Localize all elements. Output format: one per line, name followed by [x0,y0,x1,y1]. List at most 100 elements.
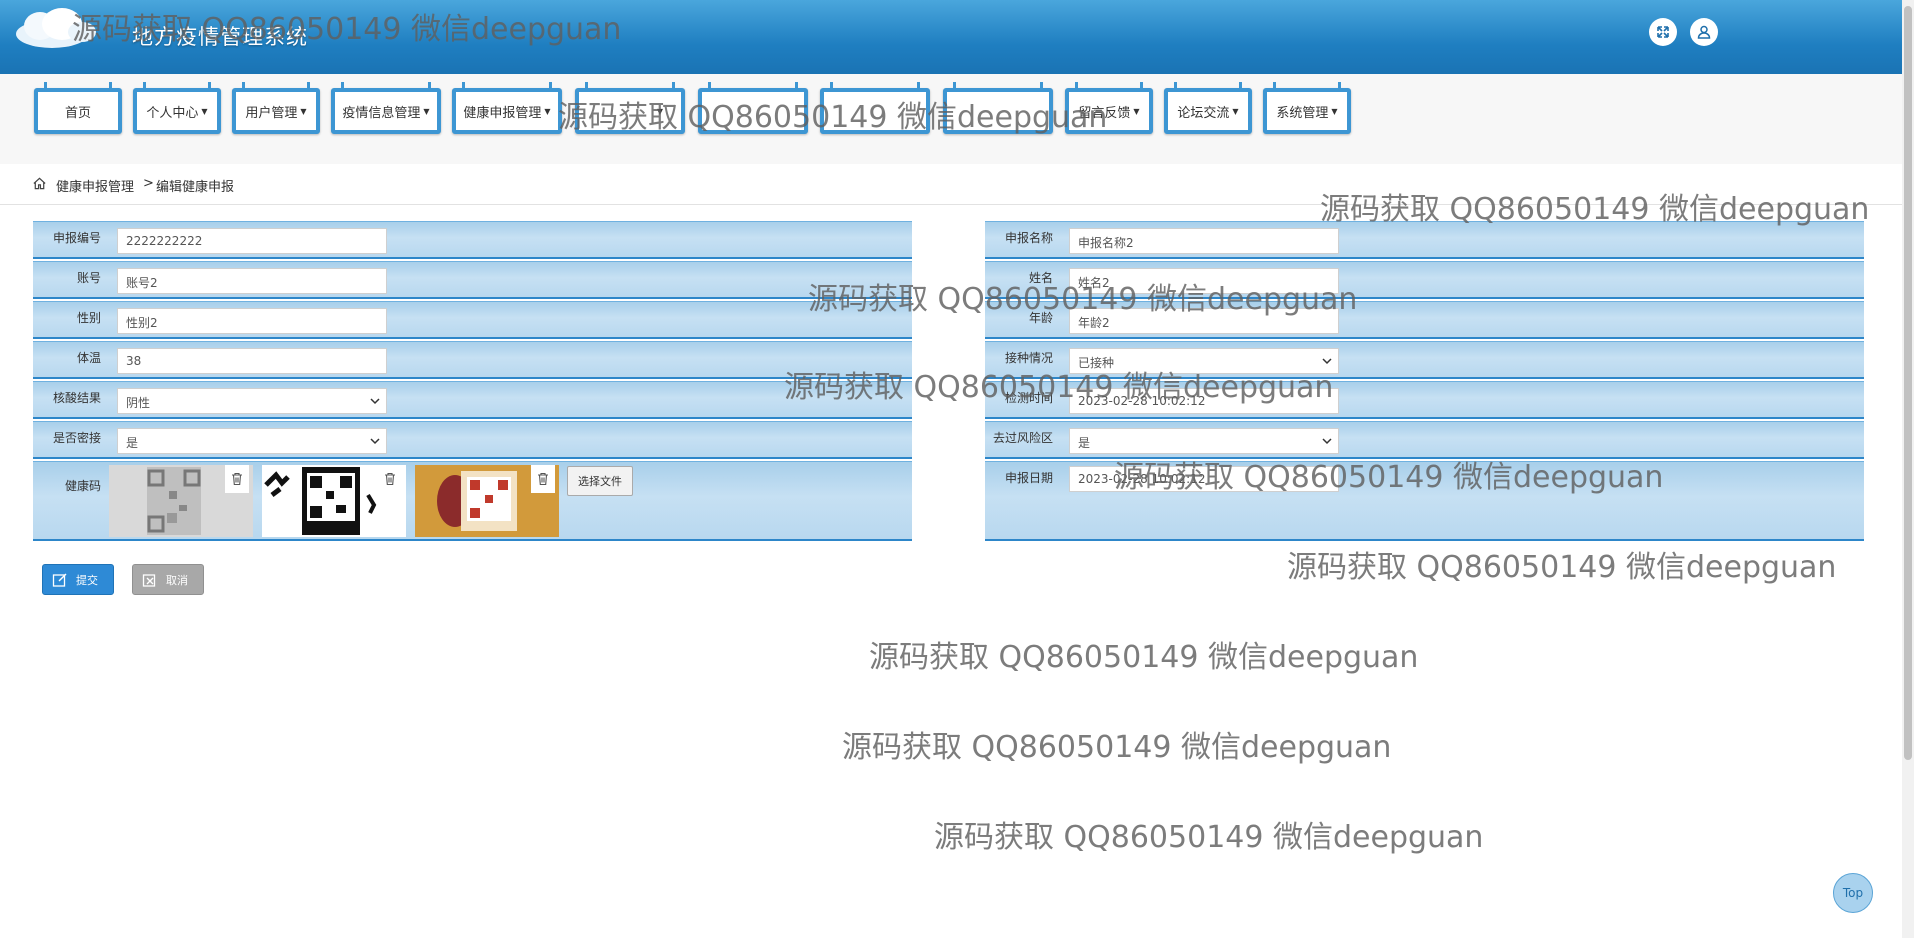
chevron-down-icon [370,398,380,405]
row-account: 账号 账号2 [33,261,912,299]
label-name: 姓名 [1028,271,1053,285]
row-close-contact: 是否密接 是 [33,421,912,459]
health-code-image-3[interactable] [415,465,559,537]
trash-icon [232,472,242,486]
cancel-label: 取消 [166,573,188,587]
caret-down-icon: ▼ [1133,106,1140,116]
nav-system[interactable]: 系统管理 ▼ [1263,82,1351,134]
nav-label: 首页 [64,105,91,121]
risk-area-value: 是 [1078,436,1091,450]
row-temperature: 体温 38 [33,341,912,379]
caret-down-icon: ▼ [544,106,551,116]
label-test-time: 检测时间 [1004,391,1053,405]
caret-down-icon: ▼ [201,106,208,116]
label-report-name: 申报名称 [1004,231,1053,245]
nav-health-report[interactable]: 健康申报管理 ▼ [452,82,562,134]
nav-item-8[interactable] [820,82,930,134]
label-gender: 性别 [76,311,101,325]
nucleic-result-select[interactable]: 阴性 [117,388,387,414]
breadcrumb-separator: > [143,176,154,191]
report-name-input[interactable]: 申报名称2 [1069,228,1339,254]
home-icon[interactable] [32,176,47,191]
test-time-input[interactable]: 2023-02-28 10:02:12 [1069,388,1339,414]
row-nucleic-result: 核酸结果 阴性 [33,381,912,419]
caret-down-icon: ▼ [1331,106,1338,116]
caret-down-icon: ▼ [656,106,664,116]
health-code-image-2[interactable] [262,465,406,537]
nav-label: 论坛交流 [1177,105,1230,121]
row-age: 年龄 年龄2 [985,301,1864,339]
watermark: 源码获取 QQ86050149 微信deepguan [842,730,1392,765]
chevron-down-icon [1322,358,1332,365]
delete-image-2-button[interactable] [378,465,402,493]
trash-icon [385,472,395,486]
account-input[interactable]: 账号2 [117,268,387,294]
nav-home[interactable]: 首页 [34,82,122,134]
health-code-image-1[interactable] [109,465,253,537]
risk-area-select[interactable]: 是 [1069,428,1339,454]
label-age: 年龄 [1028,311,1053,325]
scrollbar-thumb[interactable] [1904,6,1912,760]
label-report-no: 申报编号 [52,231,101,245]
label-vaccination: 接种情况 [1004,351,1053,365]
nav-label: 留言反馈 [1078,105,1131,121]
row-gender: 性别 性别2 [33,301,912,339]
nav-item-7[interactable] [698,82,808,134]
cancel-button[interactable]: 取消 [132,564,204,595]
label-report-date: 申报日期 [1004,471,1053,485]
vaccination-select[interactable]: 已接种 [1069,348,1339,374]
row-report-date: 申报日期 2023-02-28 10:02:12 [985,461,1864,541]
temperature-input[interactable]: 38 [117,348,387,374]
submit-button[interactable]: 提交 [42,564,114,595]
close-contact-select[interactable]: 是 [117,428,387,454]
nav-item-9[interactable] [943,82,1053,134]
label-close-contact: 是否密接 [52,431,101,445]
row-test-time: 检测时间 2023-02-28 10:02:12 [985,381,1864,419]
age-input[interactable]: 年龄2 [1069,308,1339,334]
label-account: 账号 [76,271,101,285]
row-report-no: 申报编号 2222222222 [33,221,912,259]
expand-icon[interactable] [1649,18,1677,46]
breadcrumb-current: 编辑健康申报 [156,180,235,195]
main-nav: 首页 个人中心 ▼ 用户管理 ▼ 疫情信息管理 ▼ 健康申报管理 ▼ ▼ 留言反馈 ▼ 论… [0,74,1902,164]
chevron-down-icon [370,438,380,445]
user-icon[interactable] [1690,18,1718,46]
name-input[interactable]: 姓名2 [1069,268,1339,294]
delete-image-3-button[interactable] [531,465,555,493]
edit-icon [52,573,67,587]
row-report-name: 申报名称 申报名称2 [985,221,1864,259]
trash-icon [538,472,548,486]
nav-epidemic-info[interactable]: 疫情信息管理 ▼ [331,82,441,134]
nav-label: 健康申报管理 [463,105,542,121]
nucleic-result-value: 阴性 [126,396,151,410]
row-risk-area: 去过风险区 是 [985,421,1864,459]
nav-user-management[interactable]: 用户管理 ▼ [232,82,320,134]
breadcrumb: 健康申报管理 > 编辑健康申报 [0,164,1902,205]
choose-file-button[interactable]: 选择文件 [567,466,633,496]
nav-label: 用户管理 [245,105,298,121]
nav-personal-center[interactable]: 个人中心 ▼ [133,82,221,134]
label-temperature: 体温 [76,351,101,365]
gender-input[interactable]: 性别2 [117,308,387,334]
report-no-input[interactable]: 2222222222 [117,228,387,254]
nav-item-6[interactable]: ▼ [575,82,685,134]
watermark: 源码获取 QQ86050149 微信deepguan [1287,550,1837,585]
app-header: 地方疫情管理系统 [0,0,1902,74]
nav-label: 系统管理 [1276,105,1329,121]
nav-feedback[interactable]: 留言反馈 ▼ [1065,82,1153,134]
app-title: 地方疫情管理系统 [132,25,308,49]
row-name: 姓名 姓名2 [985,261,1864,299]
cloud-logo [16,8,96,48]
page-scrollbar[interactable] [1902,0,1914,938]
label-health-code: 健康码 [64,479,101,493]
vaccination-value: 已接种 [1078,356,1115,370]
label-nucleic-result: 核酸结果 [52,391,101,405]
watermark: 源码获取 QQ86050149 微信deepguan [934,820,1484,855]
watermark: 源码获取 QQ86050149 微信deepguan [869,640,1419,675]
breadcrumb-section[interactable]: 健康申报管理 [56,176,134,195]
chevron-down-icon [1322,438,1332,445]
nav-forum[interactable]: 论坛交流 ▼ [1164,82,1252,134]
report-date-input[interactable]: 2023-02-28 10:02:12 [1069,466,1339,492]
back-to-top-button[interactable]: Top [1833,873,1873,913]
delete-image-1-button[interactable] [225,465,249,493]
